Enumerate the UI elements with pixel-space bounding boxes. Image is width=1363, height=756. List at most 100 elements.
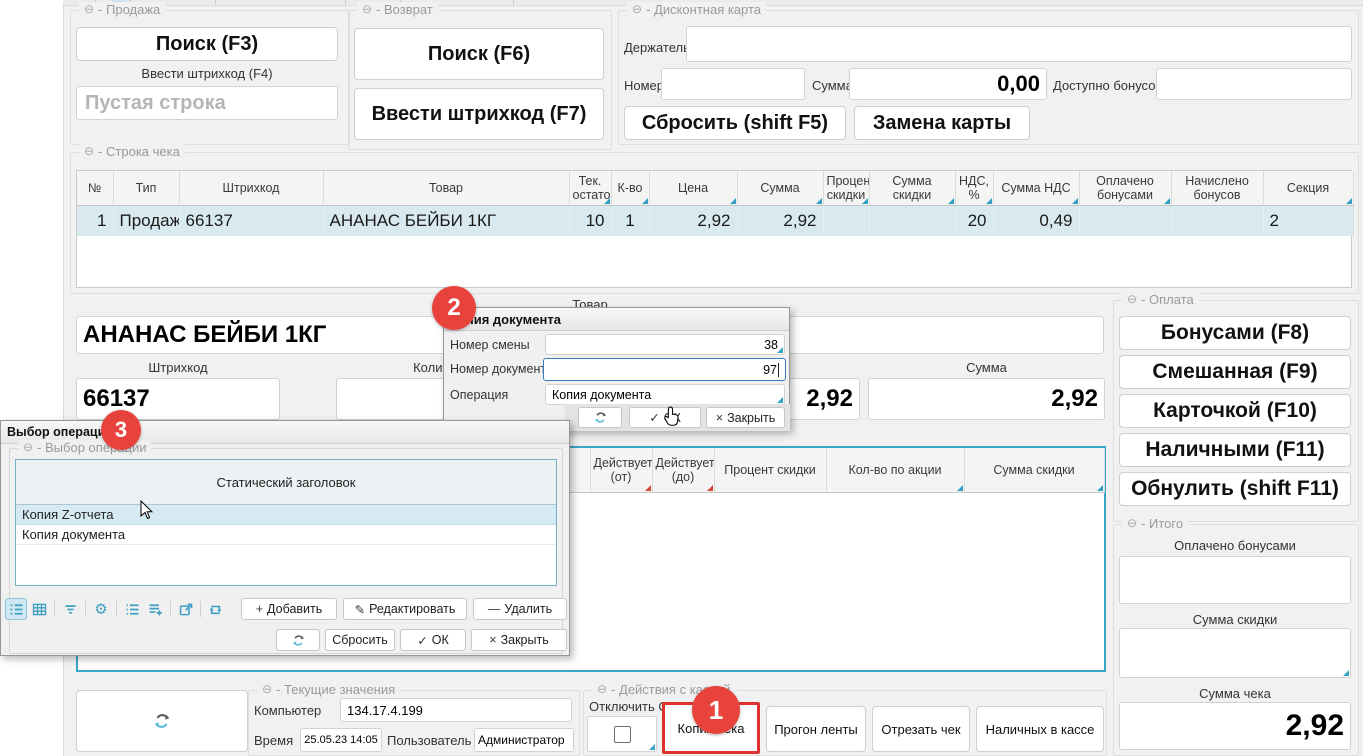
user-field[interactable]: Администратор [474,728,574,752]
collapse-icon[interactable]: ⊖ [1127,293,1137,306]
cell-discount-sum [869,206,955,237]
dialog-refresh-button[interactable] [276,629,320,651]
col-barcode[interactable]: Штрихкод [179,171,323,206]
grid-view-icon[interactable] [28,598,50,620]
col-number[interactable]: № [77,171,113,206]
product-sum-field[interactable]: 2,92 [868,378,1105,420]
col-sum[interactable]: Сумма [737,171,823,206]
col-price[interactable]: Цена [649,171,737,206]
pay-mixed-button[interactable]: Смешанная (F9) [1119,355,1351,389]
add-list-icon[interactable] [144,598,166,620]
operation-field[interactable]: Копия документа [545,384,785,405]
gear-icon[interactable]: ⚙ [90,598,112,620]
cut-receipt-button[interactable]: Отрезать чек [872,706,970,752]
paid-bonus-field[interactable] [1119,556,1351,604]
col-promo-discount-pct[interactable]: Процент скидки [714,448,826,493]
cash-in-drawer-button[interactable]: Наличных в кассе [976,706,1104,752]
close-icon: × [489,633,496,647]
dialog-close-button[interactable]: ×Закрыть [471,629,567,651]
receipt-header-row: № Тип Штрихкод Товар Тек. остаток К-во Ц… [77,171,1353,206]
computer-field[interactable]: 134.17.4.199 [340,698,572,722]
doc-number-field[interactable]: 97 [543,358,786,381]
disable-checkbox[interactable] [614,726,631,743]
col-vat-sum[interactable]: Сумма НДС [993,171,1079,206]
receipt-row-selected[interactable]: 1 Продажа 66137 АНАНАС БЕЙБИ 1КГ 10 1 2,… [77,206,1353,237]
holder-field[interactable] [686,26,1352,62]
pay-cash-button[interactable]: Наличными (F11) [1119,433,1351,467]
paid-bonus-label: Оплачено бонусами [1119,538,1351,553]
product-barcode-field[interactable]: 66137 [76,378,280,420]
col-promo-discount-sum[interactable]: Сумма скидки [964,448,1104,493]
collapse-icon[interactable]: ⊖ [84,145,94,158]
refresh-layout-icon[interactable] [204,598,226,620]
discount-sum-field[interactable] [1119,628,1351,678]
operation-select-dialog: Выбор операции ⊖Выбор операции Статическ… [0,420,570,656]
col-valid-from[interactable]: Действует (от) [590,448,652,493]
dialog-title-bar[interactable]: Копия документа [444,308,789,331]
feed-tape-button[interactable]: Прогон ленты [766,706,866,752]
collapse-icon[interactable]: ⊖ [262,683,272,696]
sale-barcode-input[interactable] [76,86,338,120]
card-number-label: Номер [624,78,664,93]
col-paid-bonus[interactable]: Оплачено бонусами [1079,171,1171,206]
col-type[interactable]: Тип [113,171,179,206]
sort-indicator [645,485,651,491]
collapse-icon[interactable]: ⊖ [362,3,372,16]
col-accrued-bonus[interactable]: Начислено бонусов [1171,171,1263,206]
col-vat-pct[interactable]: НДС, % [955,171,993,206]
dialog-close-button[interactable]: ×Закрыть [706,407,785,428]
sort-indicator [1097,485,1103,491]
dialog-ok-button[interactable]: ✓ОК [400,629,466,651]
dialog-reset-button[interactable]: Сбросить [325,629,395,651]
pay-card-button[interactable]: Карточкой (F10) [1119,394,1351,428]
available-bonus-field[interactable] [1156,68,1352,100]
dialog-refresh-button[interactable] [578,407,622,428]
cell-discount-pct [823,206,869,237]
export-icon[interactable] [175,598,197,620]
available-bonus-label: Доступно бонусов [1053,78,1162,93]
col-qty[interactable]: К-во [611,171,649,206]
col-discount-pct[interactable]: Процент скидки [823,171,869,206]
return-search-button[interactable]: Поиск (F6) [354,28,604,80]
refresh-button[interactable] [76,690,248,752]
collapse-icon[interactable]: ⊖ [84,3,94,16]
cell-number: 1 [77,206,113,237]
pay-bonus-button[interactable]: Бонусами (F8) [1119,316,1351,350]
sale-search-button[interactable]: Поиск (F3) [76,27,338,61]
filter-icon[interactable] [59,598,81,620]
col-discount-sum[interactable]: Сумма скидки [869,171,955,206]
col-product[interactable]: Товар [323,171,569,206]
card-sum-field[interactable]: 0,00 [849,68,1047,100]
numbered-list-icon[interactable] [121,598,143,620]
refresh-icon [152,711,172,731]
col-promo-qty[interactable]: Кол-во по акции [826,448,964,493]
col-valid-to[interactable]: Действует (до) [652,448,714,493]
add-button[interactable]: +Добавить [241,598,337,620]
collapse-icon[interactable]: ⊖ [597,683,607,696]
card-number-field[interactable] [661,68,805,100]
delete-button[interactable]: —Удалить [473,598,567,620]
mouse-cursor-arrow [140,500,153,520]
sort-indicator [1346,198,1352,204]
card-replace-button[interactable]: Замена карты [854,106,1030,140]
pay-reset-button[interactable]: Обнулить (shift F11) [1119,472,1351,506]
cell-vat-pct: 20 [955,206,993,237]
edit-button[interactable]: ✎Редактировать [343,598,467,620]
return-barcode-button[interactable]: Ввести штрихкод (F7) [354,88,604,140]
card-reset-button[interactable]: Сбросить (shift F5) [624,106,846,140]
receipt-total-field[interactable]: 2,92 [1119,702,1351,750]
sort-indicator [948,198,954,204]
pos-application: ⊖Продажа Поиск (F3) Ввести штрихкод (F4)… [0,0,1363,756]
list-item-copy-z-report[interactable]: Копия Z-отчета [16,505,556,525]
refresh-icon [291,633,306,648]
sort-indicator [1072,198,1078,204]
shift-number-field[interactable]: 38 [545,334,785,355]
collapse-icon[interactable]: ⊖ [1127,517,1137,530]
collapse-icon[interactable]: ⊖ [23,441,33,454]
col-stock[interactable]: Тек. остаток [569,171,611,206]
time-field[interactable]: 25.05.23 14:05 [300,728,382,752]
list-item-copy-document[interactable]: Копия документа [16,525,556,545]
collapse-icon[interactable]: ⊖ [632,3,642,16]
list-view-icon[interactable] [5,598,27,620]
col-section[interactable]: Секция [1263,171,1353,206]
